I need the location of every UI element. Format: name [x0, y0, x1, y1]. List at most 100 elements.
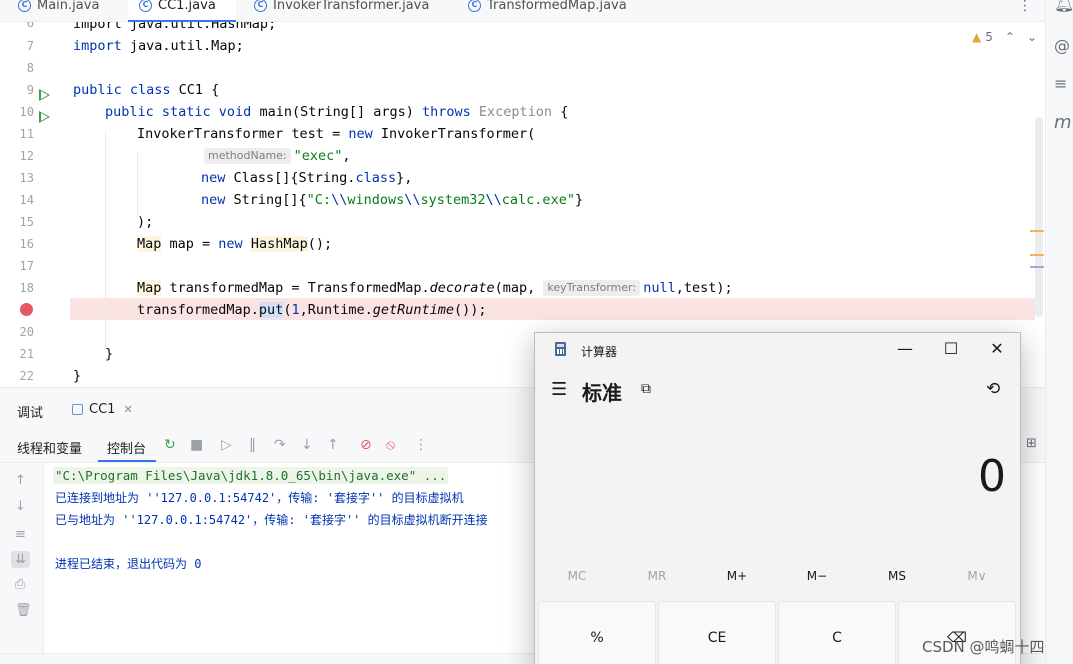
run-main-icon[interactable]	[39, 111, 50, 123]
session-label: CC1	[89, 402, 116, 417]
clear-all-icon[interactable]: 🗑︎	[15, 603, 32, 618]
line-number: 8	[26, 61, 34, 75]
warning-marker[interactable]	[1030, 230, 1044, 232]
maven-icon[interactable]: m	[1054, 112, 1072, 133]
line-number: 17	[19, 259, 34, 273]
history-icon[interactable]: ⟲	[986, 379, 1000, 399]
more-options-icon[interactable]: ⋮	[414, 437, 428, 453]
line-gutter[interactable]: 6 7 8 9 10 11 12 13 14 15 16 17 18 20 21…	[0, 22, 70, 387]
code-line-13: new Class[]{String.class},	[201, 170, 413, 186]
java-class-icon: C	[18, 0, 31, 12]
scroll-to-end-icon[interactable]: ⇊	[11, 551, 30, 568]
warning-count: 5	[985, 30, 993, 44]
mute-breakpoints-icon[interactable]: ⦸	[386, 437, 395, 453]
code-line-12: methodName: "exec",	[204, 148, 351, 164]
tab-cc1-java[interactable]: C CC1.java	[139, 0, 216, 16]
editor-tab-bar: C Main.java C CC1.java C InvokerTransfor…	[0, 0, 1045, 22]
line-number: 14	[19, 193, 34, 207]
console-line-disconnected: 已与地址为 ''127.0.0.1:54742'，传输: '套接字'' 的目标虚…	[55, 513, 488, 527]
watermark: CSDN @鸣蜩十四	[922, 638, 1045, 656]
calculator-display: 0	[978, 451, 1006, 502]
step-into-icon[interactable]: ↓	[301, 437, 313, 453]
memory-add-button[interactable]: M+	[697, 569, 777, 583]
tab-invokertransformer-java[interactable]: C InvokerTransformer.java	[254, 0, 429, 16]
scroll-up-icon[interactable]: ↑	[15, 473, 26, 488]
pause-icon[interactable]: ‖	[249, 437, 256, 453]
line-number: 7	[26, 39, 34, 53]
code-line-9: public class CC1 {	[73, 82, 220, 98]
warning-marker[interactable]	[1030, 254, 1044, 256]
clear-button[interactable]: C	[778, 601, 896, 664]
info-marker[interactable]	[1030, 266, 1044, 268]
calculator-mode-title: 标准	[582, 381, 622, 405]
soft-wrap-icon[interactable]: ≡	[15, 527, 26, 542]
code-line-14: new String[]{"C:\\windows\\system32\\cal…	[201, 192, 584, 208]
code-line-21: }	[105, 346, 114, 362]
line-number: 15	[19, 215, 34, 229]
active-debug-tab-indicator	[98, 460, 156, 462]
code-line-19: transformedMap.put(1,Runtime.getRuntime(…	[137, 302, 487, 318]
step-out-icon[interactable]: ↑	[327, 437, 339, 453]
console-line-command: "C:\Program Files\Java\jdk1.8.0_65\bin\j…	[53, 467, 449, 484]
warning-icon: ▲	[972, 30, 982, 44]
close-button[interactable]: ✕	[974, 337, 1020, 361]
debug-panel-title: 调试	[17, 406, 44, 421]
tab-label: TransformedMap.java	[487, 0, 627, 13]
ai-assistant-icon[interactable]: @	[1054, 36, 1070, 55]
rerun-icon[interactable]: ↻	[164, 437, 176, 453]
calculator-window[interactable]: 计算器 — ☐ ✕ ☰ 标准 ⧉ ⟲ 0 MC MR M+ M− MS M∨ %…	[534, 332, 1021, 664]
maximize-button[interactable]: ☐	[928, 337, 974, 361]
layout-icon[interactable]: ⊞	[1026, 436, 1037, 451]
calculator-app-icon	[555, 342, 566, 356]
percent-button[interactable]: %	[538, 601, 656, 664]
line-number: 9	[26, 83, 34, 97]
debug-session-tab[interactable]: CC1 ✕	[72, 402, 133, 417]
inspection-widget[interactable]: ▲ 5 ⌃ ⌄	[972, 30, 1037, 44]
clear-entry-button[interactable]: CE	[658, 601, 776, 664]
line-number: 13	[19, 171, 34, 185]
stop-icon[interactable]: ■	[190, 437, 203, 453]
print-icon[interactable]: ⎙	[15, 577, 25, 592]
tab-label: CC1.java	[158, 0, 216, 13]
memory-subtract-button[interactable]: M−	[777, 569, 857, 583]
run-class-icon[interactable]	[39, 89, 50, 101]
breakpoint-icon[interactable]	[20, 303, 33, 316]
hamburger-menu-icon[interactable]: ☰	[551, 379, 567, 400]
memory-store-button[interactable]: MS	[857, 569, 937, 583]
editor-scrollbar[interactable]	[1035, 117, 1043, 317]
step-over-icon[interactable]: ↷	[274, 437, 286, 453]
code-line-22: }	[73, 368, 82, 384]
java-class-icon: C	[139, 0, 152, 12]
run-config-icon	[72, 404, 83, 415]
tab-main-java[interactable]: C Main.java	[18, 0, 99, 16]
window-title: 计算器	[581, 345, 618, 359]
param-hint-methodname: methodName:	[204, 148, 291, 164]
minimize-button[interactable]: —	[882, 337, 928, 361]
tab-threads-variables[interactable]: 线程和变量	[17, 438, 82, 457]
tab-label: InvokerTransformer.java	[273, 0, 430, 13]
memory-recall-button[interactable]: MR	[617, 569, 697, 583]
tab-console[interactable]: 控制台	[107, 438, 146, 457]
close-icon[interactable]: ✕	[123, 403, 132, 416]
database-icon[interactable]: ≡	[1054, 74, 1067, 93]
console-toolbar: ↑ ↓ ≡ ⇊ ⎙ 🗑︎	[0, 463, 44, 653]
chevron-up-icon[interactable]: ⌃	[1005, 30, 1015, 44]
view-breakpoints-icon[interactable]: ⊘	[360, 437, 372, 453]
scroll-down-icon[interactable]: ↓	[15, 499, 26, 514]
indent-guide	[137, 152, 138, 218]
line-number: 6	[26, 22, 34, 30]
tab-transformedmap-java[interactable]: C TransformedMap.java	[468, 0, 627, 16]
memory-clear-button[interactable]: MC	[537, 569, 617, 583]
notifications-icon[interactable]: 🔔︎	[1054, 0, 1073, 13]
keep-on-top-icon[interactable]: ⧉	[641, 381, 651, 397]
code-line-10: public static void main(String[] args) t…	[105, 104, 569, 120]
chevron-down-icon[interactable]: ⌄	[1027, 30, 1037, 44]
more-tabs-icon[interactable]: ⋮	[1018, 0, 1032, 14]
resume-icon[interactable]: ▷	[221, 437, 232, 453]
line-number: 11	[19, 127, 34, 141]
code-line-18: Map transformedMap = TransformedMap.deco…	[137, 280, 733, 296]
right-tool-strip: 🔔︎ @ ≡ m	[1045, 0, 1073, 664]
code-line-15: );	[137, 214, 154, 230]
memory-list-button[interactable]: M∨	[937, 569, 1017, 583]
line-number: 22	[19, 369, 34, 383]
